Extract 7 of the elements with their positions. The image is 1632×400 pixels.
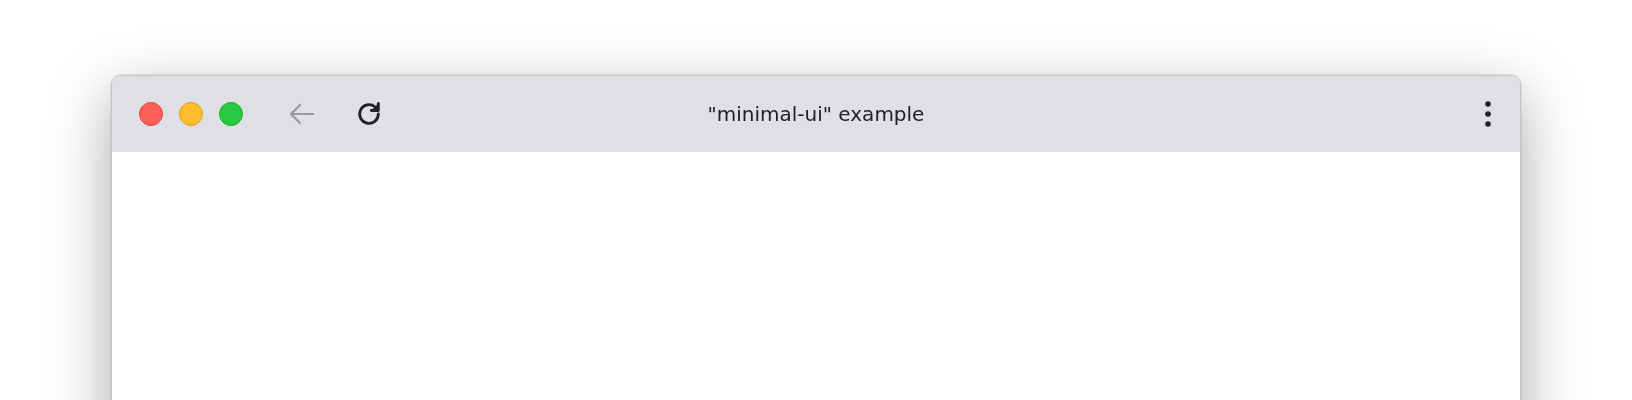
more-icon [1484, 101, 1492, 127]
close-button[interactable] [139, 102, 163, 126]
maximize-button[interactable] [219, 102, 243, 126]
window-title: "minimal-ui" example [707, 102, 925, 126]
reload-icon [355, 100, 383, 128]
minimize-button[interactable] [179, 102, 203, 126]
back-arrow-icon [288, 102, 316, 126]
